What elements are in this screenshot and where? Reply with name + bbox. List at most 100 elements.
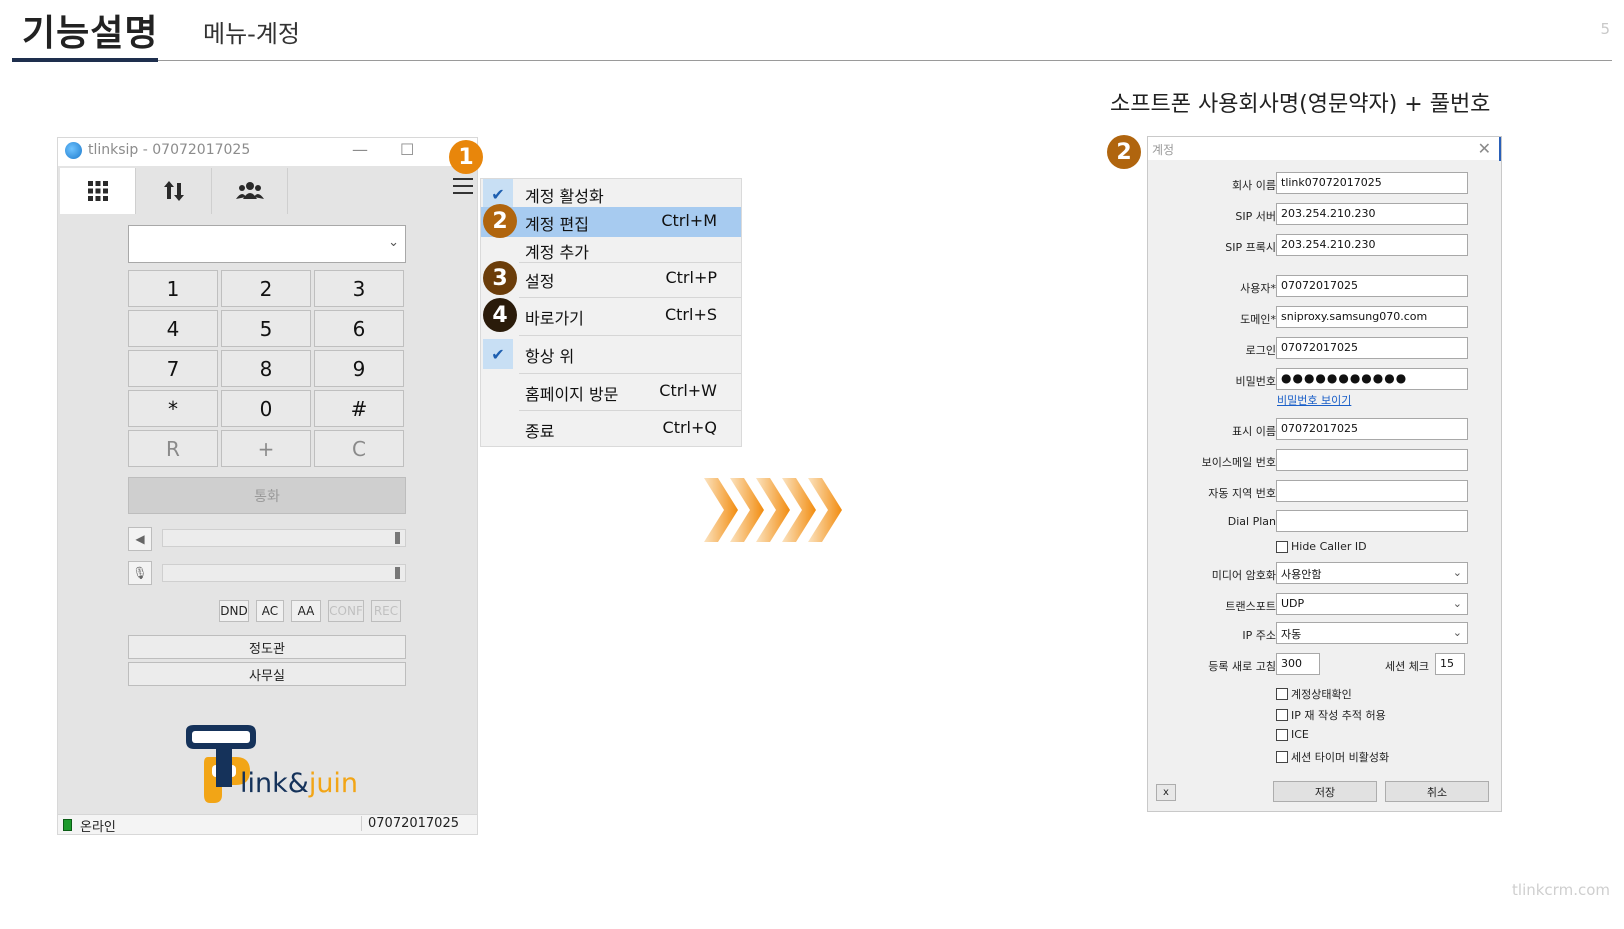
session-check-input[interactable]: 15 <box>1435 653 1465 675</box>
session-timer-checkbox[interactable]: 세션 타이머 비활성화 <box>1276 749 1389 765</box>
menu-item-activate-account[interactable]: ✔ 계정 활성화 <box>481 179 741 209</box>
phone-tabbar <box>58 166 477 214</box>
dial-plan-label: Dial Plan <box>1227 515 1276 528</box>
tab-dialpad[interactable] <box>60 168 136 214</box>
display-name-input[interactable]: 07072017025 <box>1276 418 1468 440</box>
key-plus[interactable]: + <box>221 430 311 467</box>
show-password-link[interactable]: 비밀번호 보이기 <box>1277 392 1351 408</box>
contacts-icon <box>235 182 264 199</box>
brand-logo-text: link&juin <box>240 768 359 799</box>
menu-hamburger-icon[interactable] <box>453 178 473 196</box>
footer-website: tlinkcrm.com <box>1512 881 1610 899</box>
menu-item-always-on-top[interactable]: ✔ 항상 위 <box>481 339 741 369</box>
tab-contacts[interactable] <box>212 168 288 214</box>
tab-transfer[interactable] <box>136 168 212 214</box>
user-label: 사용자* <box>1240 282 1276 295</box>
chevron-down-icon: ⌄ <box>388 235 399 250</box>
contact-button-1[interactable]: 정도관 <box>128 635 406 659</box>
phone-window-title: tlinksip - 07072017025 <box>88 142 251 158</box>
sip-proxy-label: SIP 프록시 <box>1225 241 1276 254</box>
menu-separator <box>519 373 741 374</box>
menu-item-edit-account[interactable]: 계정 편집 Ctrl+M <box>481 207 741 237</box>
conf-button[interactable]: CONF <box>328 600 364 622</box>
status-bar: 온라인 07072017025 <box>58 814 477 835</box>
key-4[interactable]: 4 <box>128 310 218 347</box>
ip-rewrite-checkbox[interactable]: IP 재 작성 추적 허용 <box>1276 707 1386 723</box>
voicemail-input[interactable] <box>1276 449 1468 471</box>
session-check-label: 세션 체크 <box>1385 660 1429 673</box>
transport-select[interactable]: UDP ⌄ <box>1276 593 1468 615</box>
status-number: 07072017025 <box>361 816 459 831</box>
key-hash[interactable]: # <box>314 390 404 427</box>
chevron-down-icon: ⌄ <box>1452 597 1462 610</box>
step-badge-2: 2 <box>483 204 517 238</box>
key-0[interactable]: 0 <box>221 390 311 427</box>
domain-input[interactable]: sniproxy.samsung070.com <box>1276 306 1468 328</box>
small-x-button[interactable]: x <box>1156 784 1176 801</box>
maximize-button[interactable]: ☐ <box>400 140 414 159</box>
call-button[interactable]: 통화 <box>128 477 406 514</box>
app-logo-icon <box>65 142 82 159</box>
dial-plan-input[interactable] <box>1276 510 1468 532</box>
menu-item-visit-homepage[interactable]: 홈페이지 방문 Ctrl+W <box>481 377 741 407</box>
microphone-icon[interactable]: 🎙 <box>128 561 152 585</box>
speaker-icon[interactable]: ◀ <box>128 527 152 551</box>
menu-separator <box>519 410 741 411</box>
aa-button[interactable]: AA <box>291 600 321 622</box>
menu-item-shortcut[interactable]: 바로가기 Ctrl+S <box>481 301 741 331</box>
account-dialog: 계정 ✕ 회사 이름 tlink07072017025 SIP 서버 203.2… <box>1147 136 1502 812</box>
account-menu: ✔ 계정 활성화 계정 편집 Ctrl+M 계정 추가 설정 Ctrl+P 바로… <box>480 178 742 447</box>
password-input[interactable]: ●●●●●●●●●●● <box>1276 368 1468 390</box>
menu-separator <box>519 262 741 263</box>
save-button[interactable]: 저장 <box>1273 781 1377 802</box>
menu-item-exit[interactable]: 종료 Ctrl+Q <box>481 414 741 444</box>
microphone-volume-slider[interactable] <box>162 564 406 582</box>
close-icon[interactable]: ✕ <box>1478 139 1491 158</box>
step-badge-1: 1 <box>449 140 483 174</box>
media-encryption-select[interactable]: 사용안함 ⌄ <box>1276 562 1468 584</box>
ip-address-select[interactable]: 자동 ⌄ <box>1276 622 1468 644</box>
key-2[interactable]: 2 <box>221 270 311 307</box>
key-redial[interactable]: R <box>128 430 218 467</box>
online-status-icon <box>63 819 72 831</box>
key-6[interactable]: 6 <box>314 310 404 347</box>
voicemail-label: 보이스메일 번호 <box>1201 456 1276 469</box>
check-icon: ✔ <box>483 339 513 369</box>
menu-item-add-account[interactable]: 계정 추가 <box>481 235 741 265</box>
registration-refresh-input[interactable]: 300 <box>1276 653 1320 675</box>
minimize-button[interactable]: — <box>352 140 368 159</box>
key-7[interactable]: 7 <box>128 350 218 387</box>
key-1[interactable]: 1 <box>128 270 218 307</box>
slide-subtitle: 메뉴-계정 <box>203 20 300 48</box>
login-input[interactable]: 07072017025 <box>1276 337 1468 359</box>
key-8[interactable]: 8 <box>221 350 311 387</box>
key-9[interactable]: 9 <box>314 350 404 387</box>
sip-proxy-input[interactable]: 203.254.210.230 <box>1276 234 1468 256</box>
user-input[interactable]: 07072017025 <box>1276 275 1468 297</box>
key-3[interactable]: 3 <box>314 270 404 307</box>
company-name-input[interactable]: tlink07072017025 <box>1276 172 1468 194</box>
sip-server-label: SIP 서버 <box>1235 210 1276 223</box>
dnd-button[interactable]: DND <box>219 600 249 622</box>
area-code-input[interactable] <box>1276 480 1468 502</box>
hide-caller-id-checkbox[interactable]: Hide Caller ID <box>1276 540 1367 553</box>
chevron-down-icon: ⌄ <box>1452 566 1462 579</box>
rec-button[interactable]: REC <box>371 600 401 622</box>
ice-checkbox[interactable]: ICE <box>1276 728 1309 741</box>
menu-item-settings[interactable]: 설정 Ctrl+P <box>481 264 741 294</box>
domain-label: 도메인* <box>1240 313 1276 326</box>
key-clear[interactable]: C <box>314 430 404 467</box>
transport-label: 트랜스포트 <box>1225 600 1276 613</box>
account-status-checkbox[interactable]: 계정상태확인 <box>1276 686 1352 702</box>
title-divider <box>12 60 1612 61</box>
key-5[interactable]: 5 <box>221 310 311 347</box>
contact-button-2[interactable]: 사무실 <box>128 662 406 686</box>
sip-server-input[interactable]: 203.254.210.230 <box>1276 203 1468 225</box>
dial-number-input[interactable]: ⌄ <box>128 225 406 263</box>
key-star[interactable]: * <box>128 390 218 427</box>
speaker-volume-slider[interactable] <box>162 529 406 547</box>
cancel-button[interactable]: 취소 <box>1385 781 1489 802</box>
ac-button[interactable]: AC <box>256 600 284 622</box>
page-number: 5 <box>1600 20 1610 38</box>
chevron-down-icon: ⌄ <box>1452 626 1462 639</box>
